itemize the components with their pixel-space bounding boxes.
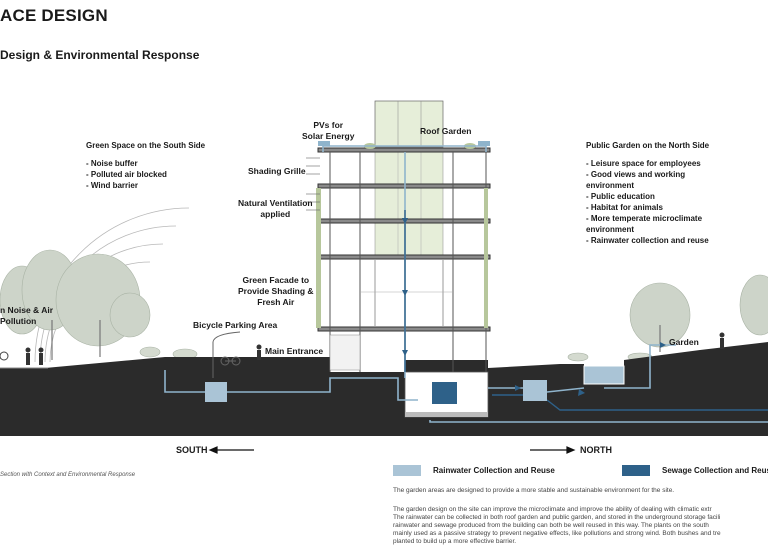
compass-arrows [208, 446, 576, 454]
garden-pond [583, 365, 625, 385]
list-item: environment [586, 225, 635, 234]
south-label: SOUTH [176, 445, 208, 455]
list-item: - Rainwater collection and reuse [586, 236, 709, 245]
main-entrance-label: Main Entrance [265, 346, 324, 356]
south-side-notes: Green Space on the South Side - Noise bu… [86, 140, 205, 191]
description-intro: The garden areas are designed to provide… [393, 487, 675, 494]
roof-garden-label: Roof Garden [420, 126, 472, 136]
bicycle-parking-label: Bicycle Parking Area [193, 320, 278, 330]
green-facade-label: Green Facade to Provide Shading & Fresh … [238, 275, 314, 307]
description-body: The garden design on the site can improv… [393, 506, 768, 546]
legend-swatch-rainwater [393, 465, 421, 476]
north-side-notes: Public Garden on the North Side - Leisur… [586, 140, 709, 246]
building-section-drawing [0, 100, 768, 454]
noise-pollution-label: n Noise & Air Pollution [0, 305, 54, 326]
legend-rainwater-label: Rainwater Collection and Reuse [433, 466, 555, 475]
description-line: planted to build up a more effective bar… [393, 538, 517, 545]
sewage-tank [432, 382, 457, 404]
legend-swatch-sewage [622, 465, 650, 476]
figure-caption: Section with Context and Environmental R… [0, 472, 136, 478]
description-line: The garden design on the site can improv… [393, 506, 712, 513]
rain-tank-south [205, 382, 227, 402]
rain-tank-north [523, 380, 547, 401]
list-item: - Habitat for animals [586, 203, 663, 212]
list-item: - Public education [586, 192, 655, 201]
description-line: mainly used as a passive strategy to pre… [393, 530, 721, 537]
north-label: NORTH [580, 445, 612, 455]
south-side-heading: Green Space on the South Side [86, 141, 206, 150]
list-item: - Wind barrier [86, 181, 138, 190]
pv-label: PVs for Solar Energy [302, 120, 355, 141]
shading-grille-label: Shading Grille [248, 166, 306, 176]
description-line: rainwater and sewage produced from the b… [393, 522, 709, 529]
legend-sewage-label: Sewage Collection and Reuse [662, 466, 768, 475]
description-line: The rainwater can be collected in both r… [393, 514, 721, 521]
list-item: environment [586, 181, 635, 190]
garden-label: Garden [669, 337, 699, 347]
list-item: - Polluted air blocked [86, 170, 167, 179]
list-item: - Leisure space for employees [586, 159, 701, 168]
north-side-heading: Public Garden on the North Side [586, 141, 710, 150]
natural-ventilation-label: Natural Ventilation applied [238, 198, 313, 219]
list-item: - Noise buffer [86, 159, 138, 168]
list-item: - Good views and working [586, 170, 686, 179]
list-item: - More temperate microclimate [586, 214, 703, 223]
